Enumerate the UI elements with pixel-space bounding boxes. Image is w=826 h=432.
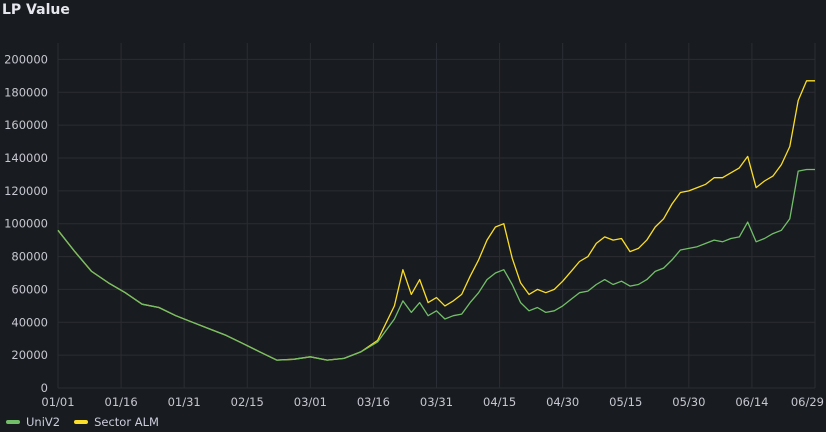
legend-item-univ2[interactable]: UniV2 xyxy=(6,415,60,429)
x-axis: 01/01 01/16 01/31 02/15 03/01 03/16 03/31 04/15… xyxy=(41,395,824,409)
x-tick-label: 03/16 xyxy=(357,395,390,409)
legend-label-sector-alm: Sector ALM xyxy=(94,415,159,429)
x-tick-label: 01/01 xyxy=(41,395,74,409)
y-axis: 0 20000 40000 60000 80000 100000 120000 140000 1… xyxy=(4,52,48,395)
line-chart: 0 20000 40000 60000 80000 100000 120000 140000 1… xyxy=(4,43,824,409)
legend-label-univ2: UniV2 xyxy=(26,415,61,429)
y-tick-label: 160000 xyxy=(4,118,48,132)
legend-swatch-sector-alm xyxy=(74,420,89,424)
y-tick-label: 0 xyxy=(41,381,48,395)
x-tick-label: 02/15 xyxy=(231,395,264,409)
y-tick-label: 60000 xyxy=(11,282,48,296)
y-tick-label: 200000 xyxy=(4,52,48,66)
y-tick-label: 180000 xyxy=(4,85,48,99)
legend: UniV2 Sector ALM xyxy=(6,415,159,429)
y-tick-label: 40000 xyxy=(11,315,48,329)
x-tick-label: 05/30 xyxy=(672,395,705,409)
y-tick-label: 80000 xyxy=(11,250,48,264)
y-tick-label: 120000 xyxy=(4,184,48,198)
chart-grid xyxy=(57,43,816,389)
y-tick-label: 100000 xyxy=(4,217,48,231)
x-tick-label: 04/30 xyxy=(546,395,579,409)
y-tick-label: 20000 xyxy=(11,348,48,362)
legend-item-sector-alm[interactable]: Sector ALM xyxy=(74,415,159,429)
x-tick-label: 03/31 xyxy=(420,395,453,409)
x-tick-label: 03/01 xyxy=(294,395,327,409)
legend-swatch-univ2 xyxy=(6,420,20,424)
x-tick-label: 06/29 xyxy=(791,395,824,409)
x-tick-label: 05/15 xyxy=(609,395,642,409)
y-tick-label: 140000 xyxy=(4,151,48,165)
x-tick-label: 01/16 xyxy=(105,395,138,409)
x-tick-label: 06/14 xyxy=(735,395,768,409)
x-tick-label: 01/31 xyxy=(168,395,201,409)
x-tick-label: 04/15 xyxy=(483,395,516,409)
